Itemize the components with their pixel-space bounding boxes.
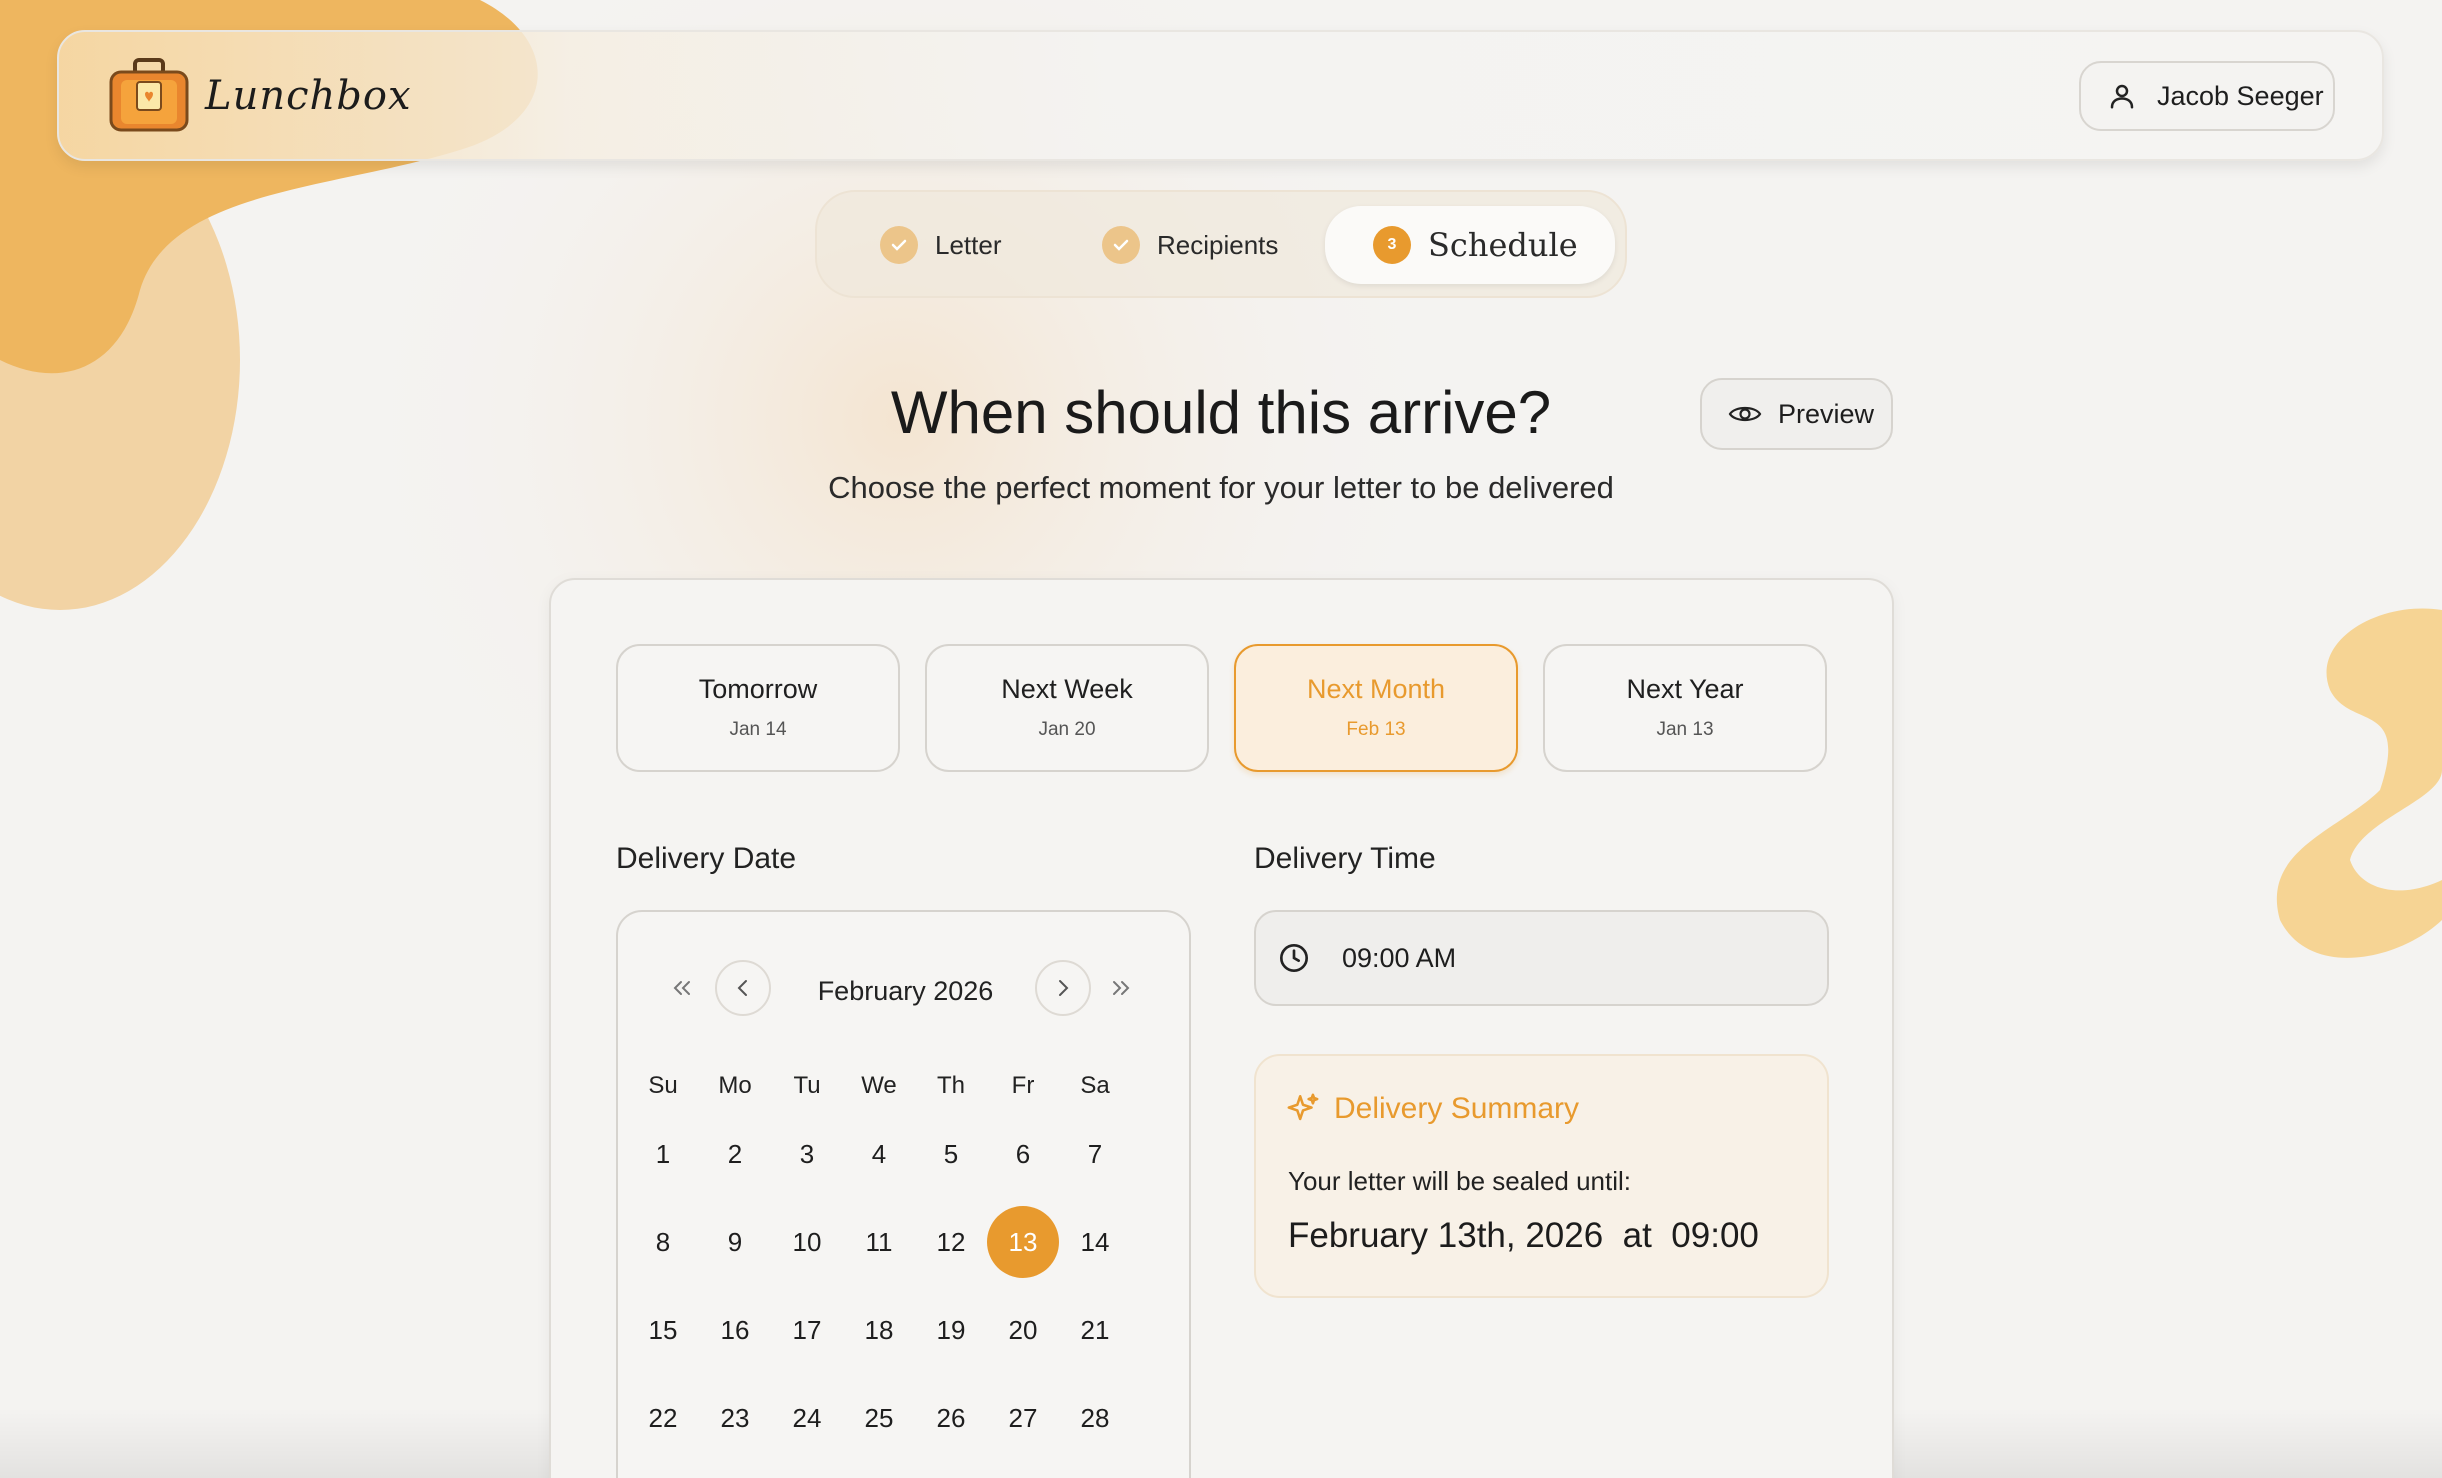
sparkle-icon (1287, 1093, 1319, 1121)
delivery-summary: Delivery Summary Your letter will be sea… (1254, 1054, 1829, 1298)
calendar-day[interactable]: 2 (699, 1118, 771, 1190)
quick-option-label: Next Year (1626, 674, 1744, 704)
lunchbox-logo-icon (109, 58, 189, 132)
quick-option-next-month[interactable]: Next Month Feb 13 (1234, 644, 1518, 772)
calendar-day[interactable]: 17 (771, 1294, 843, 1366)
eye-icon (1728, 406, 1762, 422)
step-number-badge: 3 (1373, 226, 1411, 264)
delivery-time-input[interactable]: 09:00 AM (1254, 910, 1829, 1006)
calendar-day[interactable]: 20 (987, 1294, 1059, 1366)
calendar-day[interactable]: 22 (627, 1382, 699, 1454)
quick-option-label: Next Week (1001, 674, 1133, 704)
clock-icon (1280, 944, 1308, 972)
delivery-summary-title: Delivery Summary (1286, 1092, 1579, 1126)
calendar-day[interactable]: 27 (987, 1382, 1059, 1454)
quick-option-tomorrow[interactable]: Tomorrow Jan 14 (616, 644, 900, 772)
step-label: Schedule (1428, 226, 1578, 264)
step-schedule[interactable]: 3 Schedule (1325, 206, 1615, 284)
calendar-day[interactable]: 12 (915, 1206, 987, 1278)
calendar-day[interactable]: 16 (699, 1294, 771, 1366)
weekday-label: Su (648, 1072, 678, 1099)
logo[interactable]: Lunchbox (107, 58, 412, 134)
quick-option-next-year[interactable]: Next Year Jan 13 (1543, 644, 1827, 772)
calendar-day[interactable]: 1 (627, 1118, 699, 1190)
page-title: When should this arrive? (890, 379, 1552, 446)
calendar-day-selected[interactable]: 13 (987, 1206, 1059, 1278)
user-menu-button[interactable]: Jacob Seeger (2079, 61, 2335, 131)
next-month-button[interactable] (1035, 960, 1091, 1016)
schedule-card: Tomorrow Jan 14 Next Week Jan 20 Next Mo… (549, 578, 1894, 1478)
app-name: Lunchbox (205, 73, 412, 119)
delivery-time-value: 09:00 AM (1342, 942, 1457, 973)
weekday-label: Tu (793, 1072, 821, 1099)
step-label: Letter (935, 229, 1002, 260)
calendar-day[interactable]: 14 (1059, 1206, 1131, 1278)
summary-title-text: Delivery Summary (1334, 1092, 1580, 1125)
calendar-day[interactable]: 28 (1059, 1382, 1131, 1454)
calendar-day[interactable]: 25 (843, 1382, 915, 1454)
weekday-label: We (861, 1072, 897, 1099)
calendar: February 2026 Su Mo Tu We Th Fr Sa 1 2 3 4 5 6 7 8 9 10 1… (616, 910, 1191, 1478)
calendar-day[interactable]: 4 (843, 1118, 915, 1190)
calendar-day[interactable]: 18 (843, 1294, 915, 1366)
user-name: Jacob Seeger (2157, 80, 2324, 111)
step-recipients[interactable]: Recipients (1102, 206, 1278, 284)
calendar-day[interactable]: 15 (627, 1294, 699, 1366)
calendar-day[interactable]: 24 (771, 1382, 843, 1454)
calendar-day[interactable]: 26 (915, 1382, 987, 1454)
next-year-button[interactable] (1101, 968, 1141, 1008)
preview-label: Preview (1778, 398, 1875, 429)
quick-option-date: Jan 20 (1038, 719, 1096, 740)
weekday-label: Th (936, 1072, 965, 1099)
chevron-right-icon (1059, 980, 1069, 996)
quick-option-date: Jan 14 (729, 719, 787, 740)
calendar-day[interactable]: 5 (915, 1118, 987, 1190)
quick-option-label: Next Month (1306, 674, 1446, 704)
double-chevron-right-icon (1113, 981, 1130, 995)
calendar-day[interactable]: 6 (987, 1118, 1059, 1190)
step-done-badge (1102, 226, 1140, 264)
calendar-day[interactable]: 10 (771, 1206, 843, 1278)
calendar-day[interactable]: 3 (771, 1118, 843, 1190)
summary-date: February 13th, 2026 at 09:00 (1288, 1216, 1759, 1255)
calendar-day[interactable]: 8 (627, 1206, 699, 1278)
delivery-time-label: Delivery Time (1254, 842, 1436, 875)
delivery-date-label: Delivery Date (616, 842, 797, 875)
weekday-label: Mo (718, 1072, 752, 1099)
user-icon (2110, 84, 2134, 109)
top-bar: Lunchbox Jacob Seeger (57, 30, 2384, 161)
calendar-day[interactable]: 19 (915, 1294, 987, 1366)
quick-option-label: Tomorrow (698, 674, 818, 704)
step-label: Recipients (1157, 229, 1279, 260)
calendar-day[interactable]: 23 (699, 1382, 771, 1454)
calendar-day[interactable]: 9 (699, 1206, 771, 1278)
step-indicator: Letter Recipients 3 Schedule (815, 190, 1627, 298)
page-subtitle: Choose the perfect moment for your lette… (828, 470, 1614, 505)
quick-option-next-week[interactable]: Next Week Jan 20 (925, 644, 1209, 772)
quick-option-date: Feb 13 (1346, 719, 1406, 740)
check-icon (891, 239, 907, 251)
preview-button[interactable]: Preview (1700, 378, 1893, 450)
check-icon (1113, 239, 1129, 251)
calendar-day[interactable]: 21 (1059, 1294, 1131, 1366)
quick-option-date: Jan 13 (1656, 719, 1714, 740)
calendar-day[interactable]: 7 (1059, 1118, 1131, 1190)
weekday-label: Fr (1011, 1072, 1035, 1099)
step-done-badge (880, 226, 918, 264)
step-letter[interactable]: Letter (880, 206, 1002, 284)
calendar-day[interactable]: 11 (843, 1206, 915, 1278)
weekday-label: Sa (1080, 1072, 1110, 1099)
summary-description: Your letter will be sealed until: (1288, 1166, 1632, 1196)
